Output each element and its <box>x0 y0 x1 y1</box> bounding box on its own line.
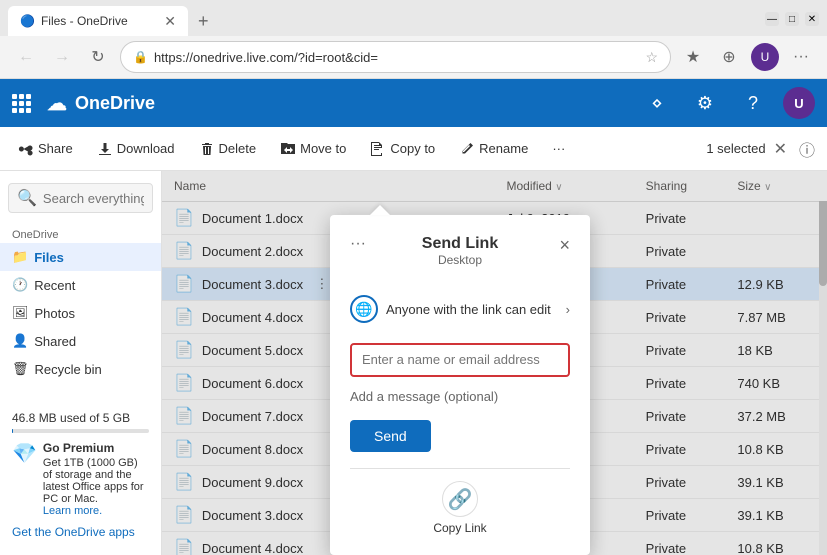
premium-title: Go Premium <box>43 441 149 455</box>
download-icon <box>97 141 113 157</box>
recycle-icon: 🗑 <box>12 361 29 377</box>
app-header: ☁ OneDrive ⋄ ⚙ ? U <box>0 79 827 127</box>
permission-chevron-icon: › <box>566 302 570 317</box>
copyto-button[interactable]: Copy to <box>360 133 445 165</box>
browser-actions: ★ ⊕ U ··· <box>679 43 815 71</box>
forward-button[interactable]: → <box>48 43 76 71</box>
app-logo: ☁ OneDrive <box>47 91 155 116</box>
selected-count: 1 selected <box>706 141 765 156</box>
shared-icon: 👤 <box>12 333 28 349</box>
active-tab[interactable]: 🔵 Files - OneDrive ✕ <box>8 6 188 36</box>
sidebar-item-photos[interactable]: 🖼 Photos <box>0 299 161 327</box>
lock-icon: 🔒 <box>133 50 148 64</box>
modal-header: ··· Send Link Desktop × <box>350 235 570 283</box>
recent-icon: 🕐 <box>12 277 28 293</box>
info-button[interactable]: ⓘ <box>795 133 819 165</box>
content-area: Name Modified ∨ Sharing Size ∨ <box>162 171 827 555</box>
close-window-button[interactable]: ✕ <box>805 12 819 26</box>
send-button[interactable]: Send <box>350 420 431 452</box>
url-input[interactable] <box>154 50 639 65</box>
maximize-button[interactable]: □ <box>785 12 799 26</box>
tab-title: Files - OneDrive <box>41 14 158 28</box>
profile-button[interactable]: U <box>751 43 779 71</box>
premium-link[interactable]: Learn more. <box>43 505 149 517</box>
email-input-container[interactable] <box>350 343 570 377</box>
moveto-button[interactable]: Move to <box>270 133 356 165</box>
files-icon: 📁 <box>12 249 28 265</box>
sidebar-item-recent[interactable]: 🕐 Recent <box>0 271 161 299</box>
settings-button[interactable]: ··· <box>787 43 815 71</box>
browser-chrome: 🔵 Files - OneDrive ✕ + — □ ✕ ← → ↻ 🔒 ☆ ★… <box>0 0 827 79</box>
download-button[interactable]: Download <box>87 133 185 165</box>
storage-bar <box>12 429 149 433</box>
minimize-button[interactable]: — <box>765 12 779 26</box>
settings-header-button[interactable]: ⚙ <box>687 85 723 121</box>
back-button[interactable]: ← <box>12 43 40 71</box>
share-icon <box>18 141 34 157</box>
search-icon: 🔍 <box>17 188 37 208</box>
sidebar-item-shared[interactable]: 👤 Shared <box>0 327 161 355</box>
globe-icon: 🌐 <box>350 295 378 323</box>
copy-link-section[interactable]: 🔗 Copy Link <box>350 468 570 535</box>
star-icon[interactable]: ☆ <box>645 49 658 66</box>
modal-more-button[interactable]: ··· <box>350 235 366 253</box>
copy-link-label: Copy Link <box>433 521 486 535</box>
new-tab-button[interactable]: + <box>192 11 215 32</box>
more-toolbar-button[interactable]: ··· <box>542 133 575 165</box>
email-input[interactable] <box>362 352 558 367</box>
sidebar-item-files[interactable]: 📁 Files <box>0 243 161 271</box>
copy-link-icon: 🔗 <box>442 481 478 517</box>
tab-bar: 🔵 Files - OneDrive ✕ + — □ ✕ <box>0 0 827 36</box>
premium-body: Get 1TB (1000 GB) of storage and the lat… <box>43 457 149 505</box>
modal-overlay[interactable]: ··· Send Link Desktop × 🌐 Anyone with th… <box>162 171 827 555</box>
address-bar[interactable]: 🔒 ☆ <box>120 41 671 73</box>
premium-text: Go Premium Get 1TB (1000 GB) of storage … <box>43 441 149 517</box>
sidebar-bottom: 46.8 MB used of 5 GB 💎 Go Premium Get 1T… <box>0 403 161 547</box>
modal-close-button[interactable]: × <box>559 235 570 256</box>
rewards-button[interactable]: ⋄ <box>639 85 675 121</box>
sidebar-item-recycle[interactable]: 🗑 Recycle bin <box>0 355 161 383</box>
apps-grid-icon[interactable] <box>12 94 31 113</box>
deselect-button[interactable]: ✕ <box>770 135 791 163</box>
collections-button[interactable]: ⊕ <box>715 43 743 71</box>
storage-text: 46.8 MB used of 5 GB <box>12 411 149 425</box>
sidebar-section-label: OneDrive <box>0 225 161 243</box>
help-button[interactable]: ? <box>735 85 771 121</box>
send-link-modal: ··· Send Link Desktop × 🌐 Anyone with th… <box>330 215 590 555</box>
search-box[interactable]: 🔍 <box>8 183 153 213</box>
favorites-button[interactable]: ★ <box>679 43 707 71</box>
browser-controls: ← → ↻ 🔒 ☆ ★ ⊕ U ··· <box>0 36 827 78</box>
app-name: OneDrive <box>75 93 155 114</box>
moveto-icon <box>280 141 296 157</box>
delete-icon <box>199 141 215 157</box>
sidebar: 🔍 OneDrive 📁 Files 🕐 Recent 🖼 Photos 👤 S… <box>0 171 162 555</box>
rename-icon <box>459 141 475 157</box>
permission-label: Anyone with the link can edit <box>386 302 551 317</box>
photos-icon: 🖼 <box>12 305 29 321</box>
onedrive-app: ☁ OneDrive ⋄ ⚙ ? U Share Download Delete… <box>0 79 827 555</box>
link-permission[interactable]: 🌐 Anyone with the link can edit › <box>350 287 570 331</box>
modal-subtitle: Desktop <box>422 253 498 267</box>
get-apps-link[interactable]: Get the OneDrive apps <box>12 525 149 539</box>
premium-icon: 💎 <box>12 441 37 466</box>
share-button[interactable]: Share <box>8 133 83 165</box>
rename-button[interactable]: Rename <box>449 133 538 165</box>
copyto-icon <box>370 141 386 157</box>
user-avatar[interactable]: U <box>783 87 815 119</box>
delete-button[interactable]: Delete <box>189 133 267 165</box>
main-area: 🔍 OneDrive 📁 Files 🕐 Recent 🖼 Photos 👤 S… <box>0 171 827 555</box>
modal-title: Send Link <box>422 235 498 253</box>
toolbar: Share Download Delete Move to Copy to Re… <box>0 127 827 171</box>
tab-close-button[interactable]: ✕ <box>164 13 176 30</box>
search-input[interactable] <box>43 191 144 206</box>
message-input[interactable]: Add a message (optional) <box>350 389 570 404</box>
modal-pointer <box>370 205 390 215</box>
refresh-button[interactable]: ↻ <box>84 43 112 71</box>
storage-fill <box>12 429 13 433</box>
premium-box: 💎 Go Premium Get 1TB (1000 GB) of storag… <box>12 441 149 517</box>
